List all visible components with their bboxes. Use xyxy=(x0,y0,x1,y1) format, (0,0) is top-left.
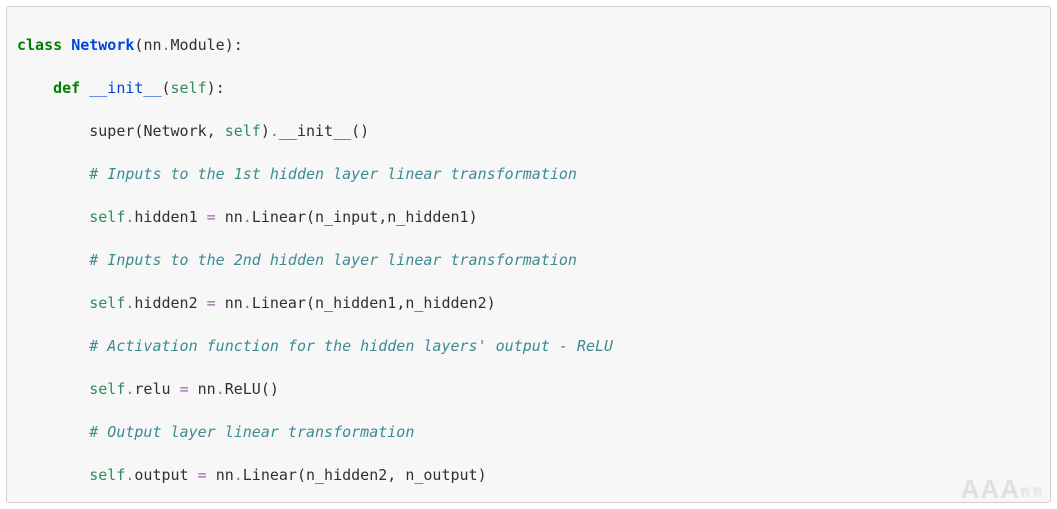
comment: # Inputs to the 2nd hidden layer linear … xyxy=(89,251,577,269)
code-line: super(Network, self).__init__() xyxy=(17,121,1040,143)
comment: # Inputs to the 1st hidden layer linear … xyxy=(89,165,577,183)
code-line: # Output layer linear transformation xyxy=(17,422,1040,444)
watermark-sub: 教育 xyxy=(1020,487,1044,499)
code-block: class Network(nn.Module): def __init__(s… xyxy=(6,6,1051,503)
comment: # Activation function for the hidden lay… xyxy=(89,337,613,355)
keyword-def: def xyxy=(53,79,80,97)
code-line: self.relu = nn.ReLU() xyxy=(17,379,1040,401)
code-line: # Inputs to the 2nd hidden layer linear … xyxy=(17,250,1040,272)
code-line: self.hidden2 = nn.Linear(n_hidden1,n_hid… xyxy=(17,293,1040,315)
method-init: __init__ xyxy=(89,79,161,97)
self-param: self xyxy=(171,79,207,97)
keyword-class: class xyxy=(17,36,62,54)
code-line: # Inputs to the 1st hidden layer linear … xyxy=(17,164,1040,186)
class-name: Network xyxy=(71,36,134,54)
code-line: self.hidden1 = nn.Linear(n_input,n_hidde… xyxy=(17,207,1040,229)
code-line: self.output = nn.Linear(n_hidden2, n_out… xyxy=(17,465,1040,487)
code-line: # Activation function for the hidden lay… xyxy=(17,336,1040,358)
code-line: def __init__(self): xyxy=(17,78,1040,100)
comment: # Output layer linear transformation xyxy=(89,423,414,441)
code-line: class Network(nn.Module): xyxy=(17,35,1040,57)
